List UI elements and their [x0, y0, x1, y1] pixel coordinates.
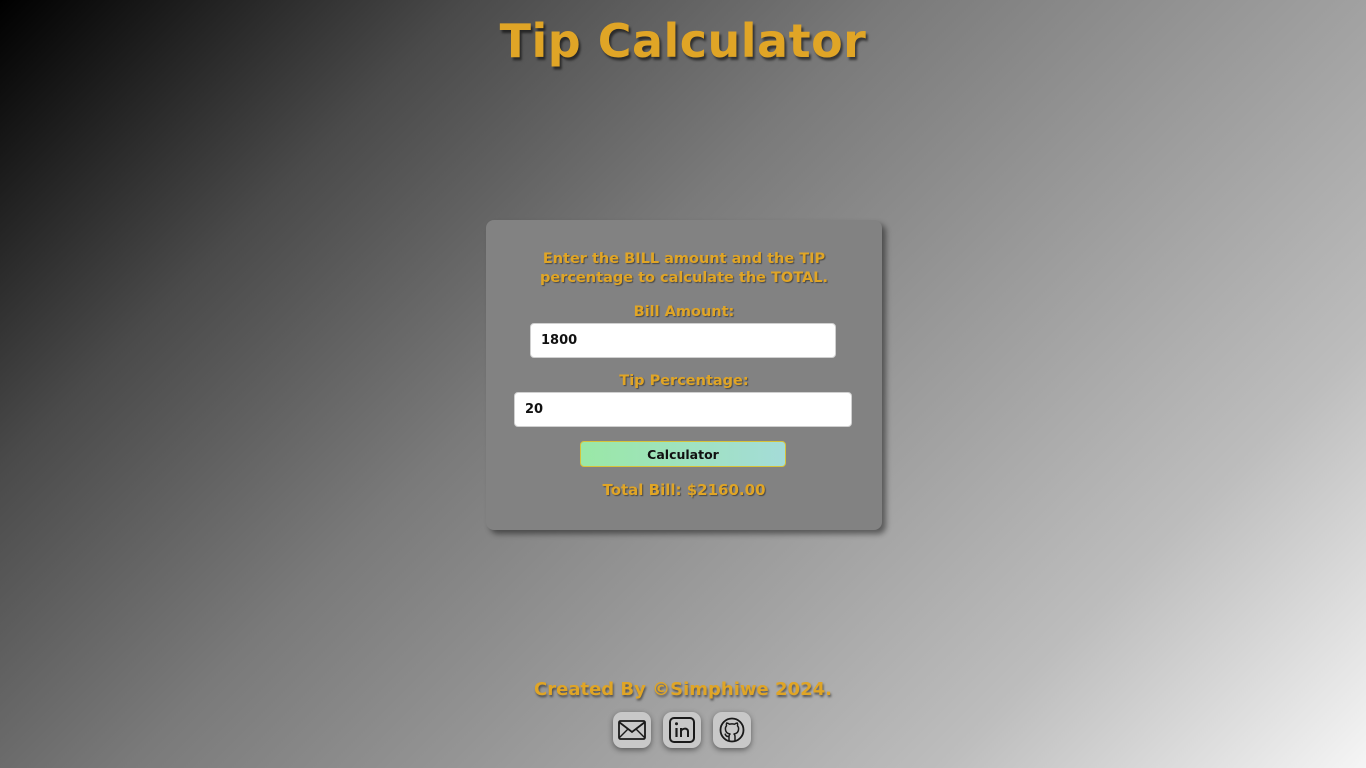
footer-credit: Created By ©Simphiwe 2024.	[534, 679, 832, 700]
linkedin-icon	[669, 717, 695, 743]
github-link[interactable]	[713, 712, 751, 748]
instructions-text: Enter the BILL amount and the TIP percen…	[486, 250, 882, 288]
calculator-card: Enter the BILL amount and the TIP percen…	[486, 220, 882, 530]
social-links	[612, 712, 754, 750]
linkedin-link[interactable]	[663, 712, 701, 748]
total-bill-text: Total Bill: $2160.00	[602, 481, 766, 499]
mail-icon	[618, 720, 646, 740]
tip-percentage-input[interactable]	[514, 392, 852, 427]
bill-amount-input[interactable]	[530, 323, 836, 358]
instructions-line-1: Enter the BILL amount and the TIP	[542, 251, 826, 267]
instructions-line-2: percentage to calculate the TOTAL.	[540, 270, 828, 286]
mail-link[interactable]	[613, 712, 651, 748]
calculate-button[interactable]: Calculator	[580, 441, 786, 467]
tip-percentage-label: Tip Percentage:	[619, 373, 749, 389]
page-title: Tip Calculator	[499, 14, 867, 68]
bill-amount-label: Bill Amount:	[633, 304, 735, 320]
github-icon	[719, 717, 745, 743]
